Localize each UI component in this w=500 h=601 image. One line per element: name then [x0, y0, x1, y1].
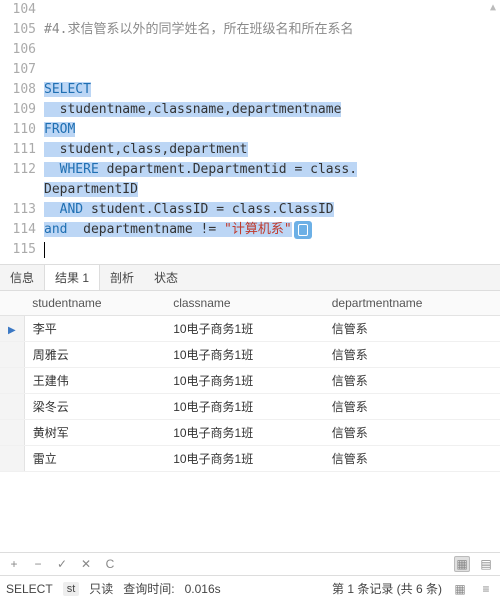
- column-header[interactable]: studentname: [24, 291, 165, 316]
- form-view-icon[interactable]: ▤: [478, 556, 494, 572]
- editor-line[interactable]: 106: [0, 40, 500, 60]
- line-number: 107: [0, 60, 44, 80]
- cell[interactable]: 信管系: [324, 420, 500, 446]
- line-number: 104: [0, 0, 44, 20]
- cell[interactable]: 10电子商务1班: [165, 420, 324, 446]
- row-marker-header: [0, 291, 24, 316]
- row-marker: [0, 420, 24, 446]
- tab-1[interactable]: 结果 1: [44, 265, 100, 290]
- cell[interactable]: 周雅云: [24, 342, 165, 368]
- cell[interactable]: 信管系: [324, 446, 500, 472]
- grid-header-row: studentnameclassnamedepartmentname: [0, 291, 500, 316]
- table-row[interactable]: 雷立10电子商务1班信管系: [0, 446, 500, 472]
- line-number: 114: [0, 220, 44, 240]
- tab-2[interactable]: 剖析: [100, 265, 144, 290]
- table-row[interactable]: 梁冬云10电子商务1班信管系: [0, 394, 500, 420]
- row-marker: ▶: [0, 316, 24, 342]
- column-header[interactable]: classname: [165, 291, 324, 316]
- result-grid-wrapper[interactable]: studentnameclassnamedepartmentname ▶李平10…: [0, 291, 500, 552]
- result-tabs: 信息结果 1剖析状态: [0, 264, 500, 291]
- table-row[interactable]: 黄树军10电子商务1班信管系: [0, 420, 500, 446]
- cell[interactable]: 10电子商务1班: [165, 316, 324, 342]
- row-marker: [0, 394, 24, 420]
- status-time-label: 查询时间:: [123, 580, 174, 597]
- status-bar: SELECT st 只读 查询时间: 0.016s 第 1 条记录 (共 6 条…: [0, 575, 500, 601]
- code-content[interactable]: WHERE department.Departmentid = class.: [44, 160, 500, 180]
- tab-0[interactable]: 信息: [0, 265, 44, 290]
- row-marker: [0, 446, 24, 472]
- code-content[interactable]: DepartmentID: [44, 180, 500, 200]
- grid-toolbar: + − ✓ ✕ C ▦ ▤: [0, 552, 500, 575]
- editor-line[interactable]: 109 studentname,classname,departmentname: [0, 100, 500, 120]
- cell[interactable]: 10电子商务1班: [165, 446, 324, 472]
- cell[interactable]: 信管系: [324, 316, 500, 342]
- line-number: 115: [0, 240, 44, 260]
- apply-button[interactable]: ✓: [54, 556, 70, 572]
- line-number: 105: [0, 20, 44, 40]
- cell[interactable]: 10电子商务1班: [165, 394, 324, 420]
- status-record: 第 1 条记录 (共 6 条): [332, 580, 442, 597]
- column-header[interactable]: departmentname: [324, 291, 500, 316]
- row-marker: [0, 342, 24, 368]
- editor-line[interactable]: 113 AND student.ClassID = class.ClassID: [0, 200, 500, 220]
- cell[interactable]: 信管系: [324, 368, 500, 394]
- table-row[interactable]: ▶李平10电子商务1班信管系: [0, 316, 500, 342]
- cell[interactable]: 雷立: [24, 446, 165, 472]
- line-number: 108: [0, 80, 44, 100]
- editor-line[interactable]: 111 student,class,department: [0, 140, 500, 160]
- editor-line[interactable]: 112 WHERE department.Departmentid = clas…: [0, 160, 500, 180]
- delete-row-button[interactable]: −: [30, 556, 46, 572]
- code-content[interactable]: AND student.ClassID = class.ClassID: [44, 200, 500, 220]
- status-statement: SELECT: [6, 582, 53, 596]
- text-mode-icon[interactable]: ≡: [478, 581, 494, 597]
- code-content[interactable]: FROM: [44, 120, 500, 140]
- cell[interactable]: 信管系: [324, 394, 500, 420]
- status-time-value: 0.016s: [185, 582, 221, 596]
- status-chip: st: [63, 582, 80, 596]
- editor-line[interactable]: 108SELECT: [0, 80, 500, 100]
- editor-line[interactable]: 114and departmentname != "计算机系": [0, 220, 500, 240]
- line-number: 112: [0, 160, 44, 180]
- table-row[interactable]: 王建伟10电子商务1班信管系: [0, 368, 500, 394]
- editor-line[interactable]: 110FROM: [0, 120, 500, 140]
- cell[interactable]: 10电子商务1班: [165, 368, 324, 394]
- grid-mode-icon[interactable]: ▦: [452, 581, 468, 597]
- cell[interactable]: 10电子商务1班: [165, 342, 324, 368]
- editor-line[interactable]: 107: [0, 60, 500, 80]
- result-grid: studentnameclassnamedepartmentname ▶李平10…: [0, 291, 500, 472]
- cancel-button[interactable]: ✕: [78, 556, 94, 572]
- line-number: 111: [0, 140, 44, 160]
- code-content[interactable]: [44, 240, 500, 260]
- cell[interactable]: 李平: [24, 316, 165, 342]
- cell[interactable]: 王建伟: [24, 368, 165, 394]
- sql-editor[interactable]: ▲ 104105#4.求信管系以外的同学姓名，所在班级名和所在系名1061071…: [0, 0, 500, 264]
- tab-3[interactable]: 状态: [144, 265, 188, 290]
- code-content[interactable]: student,class,department: [44, 140, 500, 160]
- cell[interactable]: 黄树军: [24, 420, 165, 446]
- cell[interactable]: 信管系: [324, 342, 500, 368]
- scroll-up-icon: ▲: [488, 2, 498, 18]
- table-row[interactable]: 周雅云10电子商务1班信管系: [0, 342, 500, 368]
- code-content[interactable]: and departmentname != "计算机系": [44, 220, 500, 240]
- editor-line[interactable]: 105#4.求信管系以外的同学姓名，所在班级名和所在系名: [0, 20, 500, 40]
- cell[interactable]: 梁冬云: [24, 394, 165, 420]
- editor-line[interactable]: 115: [0, 240, 500, 260]
- grid-view-icon[interactable]: ▦: [454, 556, 470, 572]
- line-number: 106: [0, 40, 44, 60]
- editor-line-continuation[interactable]: DepartmentID: [0, 180, 500, 200]
- row-marker: [0, 368, 24, 394]
- code-content[interactable]: SELECT: [44, 80, 500, 100]
- status-mode: 只读: [89, 580, 113, 597]
- line-number: 109: [0, 100, 44, 120]
- code-content[interactable]: studentname,classname,departmentname: [44, 100, 500, 120]
- editor-line[interactable]: 104: [0, 0, 500, 20]
- hint-badge-icon[interactable]: [294, 221, 312, 239]
- code-content[interactable]: #4.求信管系以外的同学姓名，所在班级名和所在系名: [44, 20, 500, 40]
- add-row-button[interactable]: +: [6, 556, 22, 572]
- refresh-button[interactable]: C: [102, 556, 118, 572]
- line-number: 113: [0, 200, 44, 220]
- line-number: 110: [0, 120, 44, 140]
